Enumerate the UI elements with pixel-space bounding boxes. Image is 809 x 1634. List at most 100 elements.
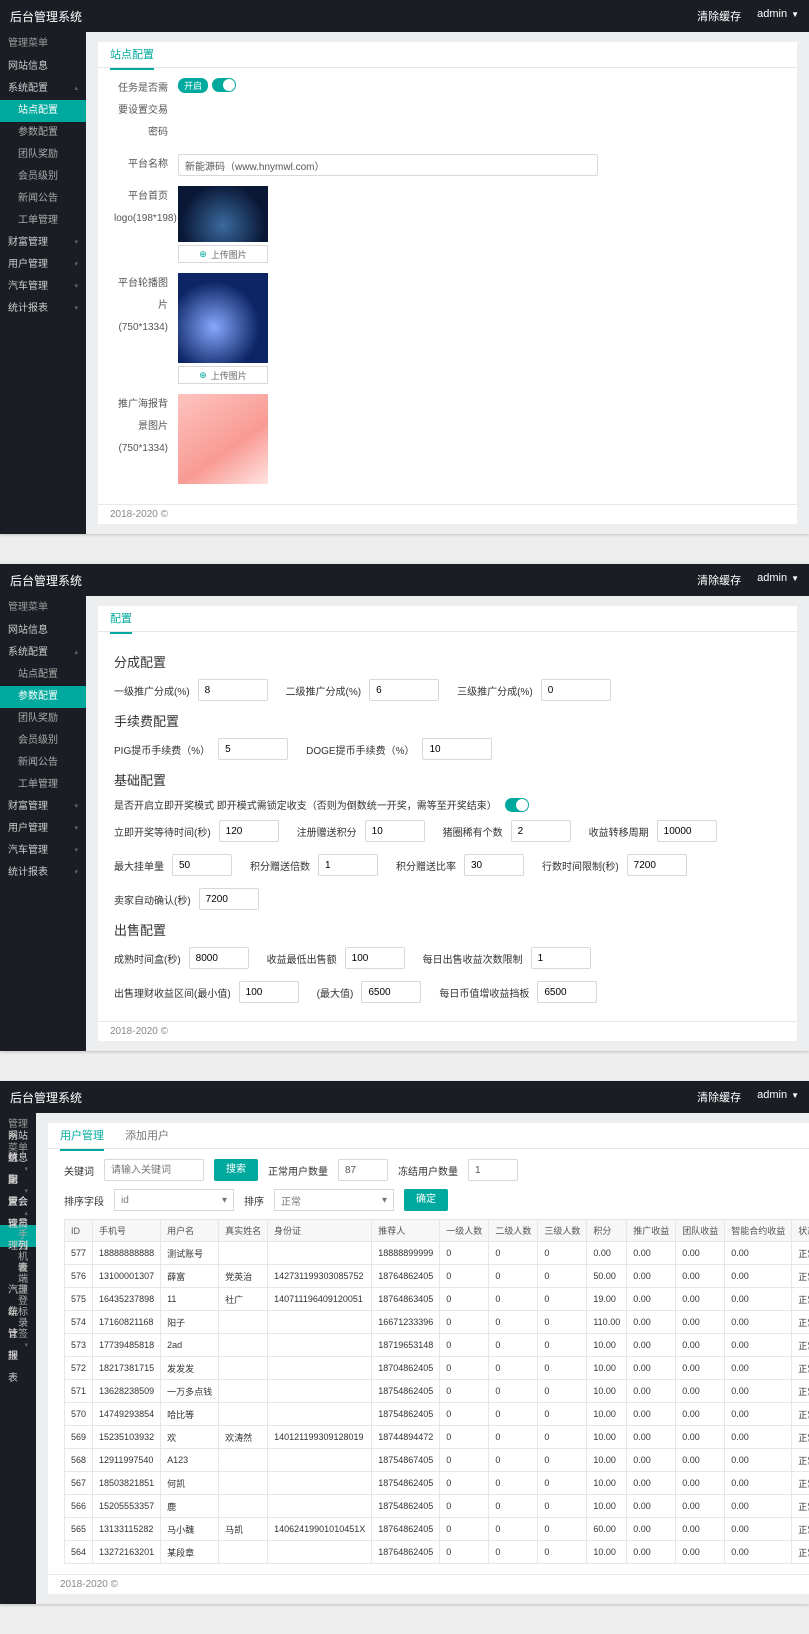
user-menu[interactable]: admin▼: [757, 8, 799, 24]
field-input[interactable]: [199, 888, 259, 910]
sidebar-item[interactable]: 工单管理: [0, 210, 86, 232]
field-label: 出售理财收益区间(最小值): [114, 985, 231, 1000]
table-row: 57417160821168阳子16671233396000110.000.00…: [65, 1311, 809, 1334]
field-input[interactable]: [537, 981, 597, 1003]
table-row: 573177394858182ad1871965314800010.000.00…: [65, 1334, 809, 1357]
field-input[interactable]: [189, 947, 249, 969]
sidebar-item[interactable]: 站点配置: [0, 100, 86, 122]
sidebar-item[interactable]: 网站信息: [0, 56, 86, 78]
field-input[interactable]: [464, 854, 524, 876]
tab-user-mgmt[interactable]: 用户管理: [60, 1123, 104, 1151]
field-label: (最大值): [317, 985, 354, 1000]
sidebar: 管理菜单 网站信息系统配置▴站点配置参数配置团队奖励会员级别新闻公告工单管理财富…: [0, 32, 86, 534]
table-row: 56718503821851何凯1875486240500010.000.000…: [65, 1472, 809, 1495]
field-label: 每日出售收益次数限制: [423, 951, 523, 966]
order-label: 排序: [244, 1193, 264, 1208]
field-input[interactable]: [361, 981, 421, 1003]
tab-config[interactable]: 配置: [110, 606, 132, 634]
kw-input[interactable]: [104, 1159, 204, 1181]
table-row: 56615205553357鹿1875486240500010.000.000.…: [65, 1495, 809, 1518]
section-fee: 手续费配置: [114, 711, 781, 730]
sidebar-item[interactable]: 系统配置▴: [0, 78, 86, 100]
field-input[interactable]: [657, 820, 717, 842]
immediate-mode-hint: 是否开启立即开奖模式 即开模式需锁定收支（否则为倒数统一开奖，需等至开奖结束）: [114, 797, 497, 812]
table-row: 56812911997540A1231875486740500010.000.0…: [65, 1449, 809, 1472]
normal-label: 正常用户数量: [268, 1163, 328, 1178]
sidebar-title: 管理菜单: [0, 32, 86, 56]
clear-cache-link[interactable]: 清除缓存: [697, 572, 741, 588]
normal-count: [338, 1159, 388, 1181]
sidebar-item[interactable]: 站点配置: [0, 664, 86, 686]
clear-cache-link[interactable]: 清除缓存: [697, 8, 741, 24]
field-input[interactable]: [218, 738, 288, 760]
sort-select[interactable]: id▾: [114, 1189, 234, 1211]
sort-label: 排序字段: [64, 1193, 104, 1208]
sidebar-item[interactable]: 网站信息: [0, 620, 86, 642]
field-input[interactable]: [172, 854, 232, 876]
sidebar-item[interactable]: 会员级别: [0, 166, 86, 188]
sidebar-item[interactable]: 团队奖励: [0, 708, 86, 730]
table-row: 56513133115282马小魏马凯14062419901010451X187…: [65, 1518, 809, 1541]
label-logo: 平台首页logo(198*198): [114, 186, 178, 230]
sidebar-item[interactable]: 汽车管理▾: [0, 840, 86, 862]
field-label: 卖家自动确认(秒): [114, 892, 191, 907]
field-input[interactable]: [511, 820, 571, 842]
label-pwd: 任务是否需要设置交易密码: [114, 78, 178, 144]
kw-label: 关键词: [64, 1163, 94, 1178]
sidebar-item[interactable]: 工单管理: [0, 774, 86, 796]
sidebar-item[interactable]: 新闻公告: [0, 752, 86, 774]
clear-cache-link[interactable]: 清除缓存: [697, 1089, 741, 1105]
field-input[interactable]: [531, 947, 591, 969]
sidebar-item[interactable]: 统计报表▾: [0, 298, 86, 320]
table-row: 56413272163201某段章1876486240500010.000.00…: [65, 1541, 809, 1564]
user-menu[interactable]: admin▼: [757, 1089, 799, 1105]
sidebar-item[interactable]: 汽车管理▾: [0, 276, 86, 298]
field-label: 注册赠送积分: [297, 824, 357, 839]
sidebar-item[interactable]: 新闻公告: [0, 188, 86, 210]
field-input[interactable]: [219, 820, 279, 842]
search-button[interactable]: 搜索: [214, 1159, 258, 1181]
field-input[interactable]: [422, 738, 492, 760]
sidebar-item[interactable]: 参数配置: [0, 122, 86, 144]
field-label: 最大挂单量: [114, 858, 164, 873]
toggle-enabled[interactable]: [212, 78, 236, 92]
badge-enabled: 开启: [178, 78, 208, 93]
frozen-count: [468, 1159, 518, 1181]
sidebar-item[interactable]: 统计报表▾: [0, 1335, 36, 1357]
field-input[interactable]: [369, 679, 439, 701]
field-input[interactable]: [345, 947, 405, 969]
sidebar-item[interactable]: 财富管理▾: [0, 796, 86, 818]
tab-add-user[interactable]: 添加用户: [125, 1123, 169, 1149]
input-platform-name[interactable]: [178, 154, 598, 176]
field-label: 每日币值增收益挡板: [439, 985, 529, 1000]
field-input[interactable]: [627, 854, 687, 876]
field-input[interactable]: [365, 820, 425, 842]
field-input[interactable]: [318, 854, 378, 876]
user-menu[interactable]: admin▼: [757, 572, 799, 588]
toggle-immediate[interactable]: [505, 798, 529, 812]
upload-logo[interactable]: ⊕上传图片: [178, 245, 268, 263]
sidebar-item[interactable]: 统计报表▾: [0, 862, 86, 884]
sidebar-item[interactable]: 系统配置▴: [0, 642, 86, 664]
field-label: 行数时间限制(秒): [542, 858, 619, 873]
tab-site-config[interactable]: 站点配置: [110, 42, 154, 70]
sidebar-item[interactable]: 参数配置: [0, 686, 86, 708]
footer: 2018-2020 ©: [98, 504, 797, 524]
sidebar-item[interactable]: 财富管理▾: [0, 232, 86, 254]
apply-button[interactable]: 确定: [404, 1189, 448, 1211]
field-input[interactable]: [541, 679, 611, 701]
field-input[interactable]: [239, 981, 299, 1003]
table-row: 5751643523789811社广1407111964091200511876…: [65, 1288, 809, 1311]
sidebar-item[interactable]: 会员级别: [0, 730, 86, 752]
order-select[interactable]: 正常▾: [274, 1189, 394, 1211]
field-input[interactable]: [198, 679, 268, 701]
table-row: 57113628238509一万多点钱1875486240500010.000.…: [65, 1380, 809, 1403]
sidebar-item[interactable]: 用户管理▾: [0, 818, 86, 840]
field-label: 收益转移周期: [589, 824, 649, 839]
sidebar-item[interactable]: 用户管理▾: [0, 254, 86, 276]
field-label: 三级推广分成(%): [457, 683, 533, 698]
sidebar-item[interactable]: 团队奖励: [0, 144, 86, 166]
poster-preview: [178, 394, 268, 484]
label-poster: 推广海报背景图片(750*1334): [114, 394, 178, 460]
upload-banner[interactable]: ⊕上传图片: [178, 366, 268, 384]
